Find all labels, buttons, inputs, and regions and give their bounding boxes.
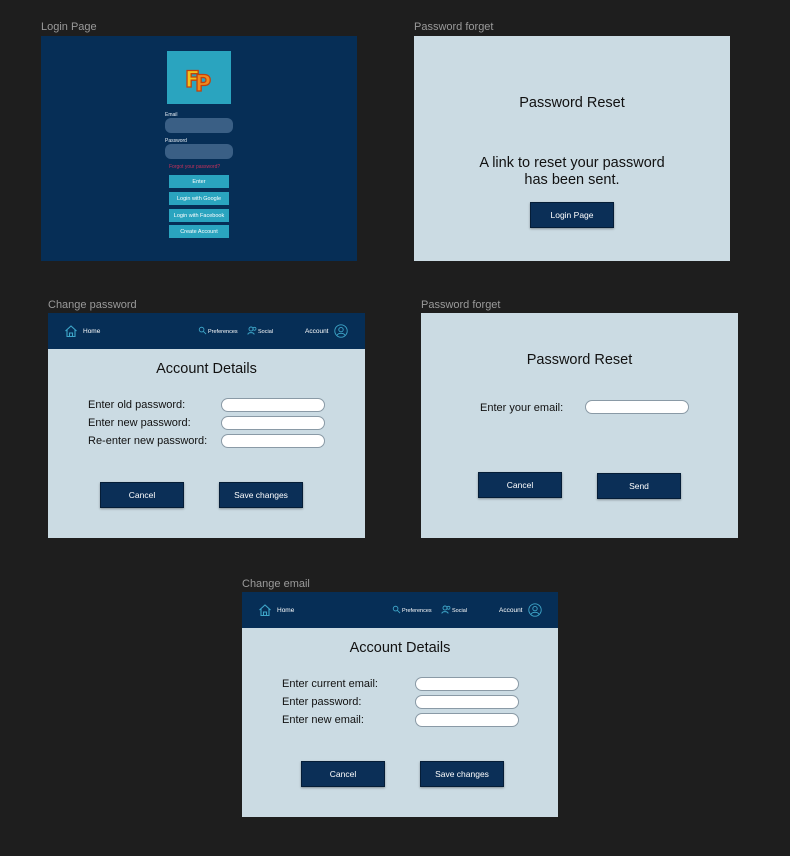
social-icon[interactable] — [247, 326, 257, 335]
new-email-label: Enter new email: — [282, 714, 364, 726]
current-email-input[interactable] — [415, 677, 519, 691]
login-page-frame: F P Email Password Forgot your password?… — [41, 36, 357, 261]
reset-message-line2: has been sent. — [524, 172, 620, 188]
password-input[interactable] — [415, 695, 519, 709]
old-password-label: Enter old password: — [88, 399, 186, 411]
current-email-label: Enter current email: — [282, 678, 378, 690]
password-field[interactable] — [165, 144, 233, 159]
reenter-password-input[interactable] — [221, 434, 325, 448]
change-password-frame: Home Preferences Social Account Account … — [48, 313, 365, 538]
nav-account[interactable]: Account — [305, 328, 329, 335]
create-account-button[interactable]: Create Account — [169, 225, 229, 238]
top-navbar: Home Preferences Social Account — [48, 313, 365, 349]
password-forget-email-frame: Password Reset Enter your email: Cancel … — [421, 313, 738, 538]
nav-preferences[interactable]: Preferences — [208, 329, 238, 335]
reenter-password-label: Re-enter new password: — [88, 435, 208, 447]
login-google-button[interactable]: Login with Google — [169, 192, 229, 205]
account-avatar-icon[interactable] — [334, 324, 348, 338]
frame-label-change-password: Change password — [48, 299, 137, 311]
new-password-input[interactable] — [221, 416, 325, 430]
save-changes-button[interactable]: Save changes — [219, 482, 303, 508]
nav-social[interactable]: Social — [452, 608, 467, 614]
page-title: Account Details — [156, 361, 257, 377]
home-icon[interactable] — [258, 603, 272, 617]
enter-button[interactable]: Enter — [169, 175, 229, 188]
save-changes-button[interactable]: Save changes — [420, 761, 504, 787]
frame-label-forget-email: Password forget — [421, 299, 501, 311]
frame-label-forget-sent: Password forget — [414, 21, 494, 33]
password-label: Enter password: — [282, 696, 362, 708]
email-field[interactable] — [165, 118, 233, 133]
account-avatar-icon[interactable] — [528, 603, 542, 617]
social-icon[interactable] — [441, 605, 451, 614]
old-password-input[interactable] — [221, 398, 325, 412]
change-email-frame: Home Preferences Social Account Account … — [242, 592, 558, 817]
top-navbar: Home Preferences Social Account — [242, 592, 558, 628]
fp-logo-icon: F P — [184, 67, 211, 97]
nav-social[interactable]: Social — [258, 329, 273, 335]
frame-label-change-email: Change email — [242, 578, 310, 590]
login-facebook-button[interactable]: Login with Facebook — [169, 209, 229, 222]
svg-text:P: P — [195, 72, 211, 97]
logo-tile: F P — [167, 51, 231, 104]
nav-home[interactable]: Home — [83, 328, 100, 335]
frame-label-login: Login Page — [41, 21, 97, 33]
forgot-password-link[interactable]: Forgot your password? — [169, 164, 220, 170]
password-forget-sent-frame: Password Reset A link to reset your pass… — [414, 36, 730, 261]
nav-account[interactable]: Account — [499, 607, 523, 614]
email-label: Enter your email: — [480, 402, 564, 414]
page-title: Password Reset — [526, 352, 633, 368]
new-password-label: Enter new password: — [88, 417, 191, 429]
new-email-input[interactable] — [415, 713, 519, 727]
email-input[interactable] — [585, 400, 689, 414]
preferences-icon[interactable] — [392, 605, 401, 614]
login-page-button[interactable]: Login Page — [530, 202, 614, 228]
nav-home[interactable]: Home — [277, 607, 294, 614]
cancel-button[interactable]: Cancel — [100, 482, 184, 508]
preferences-icon[interactable] — [198, 326, 207, 335]
page-title: Account Details — [349, 640, 451, 656]
page-title: Password Reset — [519, 95, 625, 111]
nav-preferences[interactable]: Preferences — [402, 608, 432, 614]
cancel-button[interactable]: Cancel — [301, 761, 385, 787]
reset-message: A link to reset your password has been s… — [414, 155, 730, 189]
send-button[interactable]: Send — [597, 473, 681, 499]
cancel-button[interactable]: Cancel — [478, 472, 562, 498]
home-icon[interactable] — [64, 324, 78, 338]
reset-message-line1: A link to reset your password — [479, 155, 665, 171]
